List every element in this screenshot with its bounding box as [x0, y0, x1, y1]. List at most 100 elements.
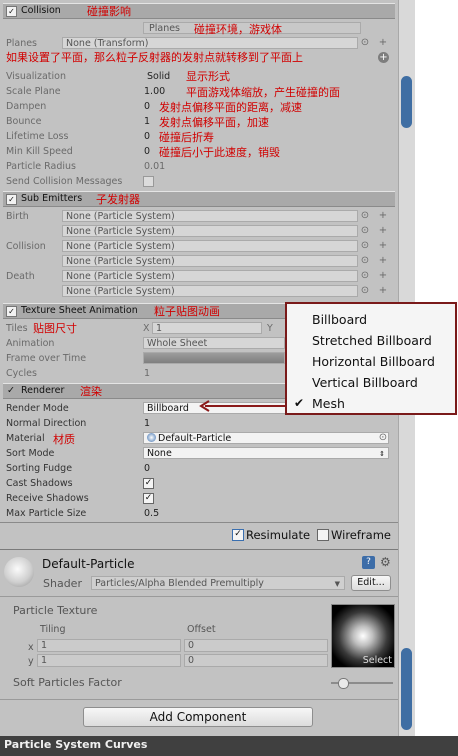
death-emitter-1-value: None (Particle System) — [66, 271, 175, 282]
popup-option-billboard[interactable]: Billboard — [312, 312, 367, 327]
collision-title: Collision — [21, 5, 61, 16]
bottom-bar[interactable]: Particle System Curves — [0, 736, 458, 756]
render-mode-popup[interactable]: Billboard Stretched Billboard Horizontal… — [285, 302, 457, 415]
shader-edit-label: Edit... — [357, 577, 385, 588]
collision-2-target-icon[interactable]: ⊙ — [360, 255, 370, 266]
soft-particles-slider-thumb[interactable] — [338, 678, 350, 689]
material-target-icon[interactable]: ⊙ — [378, 432, 388, 443]
texture-preview[interactable]: Select — [331, 604, 395, 668]
material-name: Default-Particle — [42, 557, 135, 571]
sorting-fudge-label: Sorting Fudge — [6, 463, 73, 474]
material-label: Material — [6, 433, 45, 444]
birth-emitter-2[interactable]: None (Particle System) — [62, 225, 358, 237]
planes-target-icon[interactable]: ⊙ — [360, 37, 370, 48]
popup-option-horizontal-billboard[interactable]: Horizontal Billboard — [312, 354, 435, 369]
sort-mode-dropdown[interactable]: None ⇕ — [143, 447, 389, 459]
birth-2-add-icon[interactable]: + — [378, 225, 388, 236]
sorting-fudge-value[interactable]: 0 — [144, 463, 150, 474]
death-2-target-icon[interactable]: ⊙ — [360, 285, 370, 296]
death-1-target-icon[interactable]: ⊙ — [360, 270, 370, 281]
dampen-note: 发射点偏移平面的距离，减速 — [159, 101, 302, 114]
visualization-value[interactable]: Solid — [147, 71, 170, 82]
collision-1-add-icon[interactable]: + — [378, 240, 388, 251]
texture-sheet-toggle[interactable]: ✓ — [6, 306, 17, 317]
animation-label: Animation — [6, 338, 55, 349]
send-collision-messages-checkbox[interactable] — [143, 176, 154, 187]
collision-emitter-2[interactable]: None (Particle System) — [62, 255, 358, 267]
animation-dropdown[interactable]: Whole Sheet — [143, 337, 285, 349]
birth-2-target-icon[interactable]: ⊙ — [360, 225, 370, 236]
tiles-x-field[interactable]: 1 — [152, 322, 262, 334]
birth-emitter-1[interactable]: None (Particle System) — [62, 210, 358, 222]
death-1-add-icon[interactable]: + — [378, 270, 388, 281]
cast-shadows-checkbox[interactable]: ✓ — [143, 478, 154, 489]
popup-option-mesh[interactable]: Mesh — [312, 396, 345, 411]
shader-edit-button[interactable]: Edit... — [351, 575, 391, 591]
tiles-y-label: Y — [267, 323, 273, 334]
receive-shadows-checkbox[interactable]: ✓ — [143, 493, 154, 504]
collision-1-target-icon[interactable]: ⊙ — [360, 240, 370, 251]
cycles-value[interactable]: 1 — [144, 368, 150, 379]
normal-direction-value[interactable]: 1 — [144, 418, 150, 429]
sub-emitters-title: Sub Emitters — [21, 193, 83, 204]
planes-label: Planes — [6, 38, 38, 49]
tiles-label: Tiles — [6, 323, 28, 334]
shader-dropdown[interactable]: Particles/Alpha Blended Premultiply ▼ — [91, 576, 345, 590]
offset-y-value: 0 — [188, 655, 195, 666]
particle-radius-label: Particle Radius — [6, 161, 76, 172]
birth-1-add-icon[interactable]: + — [378, 210, 388, 221]
renderer-title: Renderer — [21, 385, 65, 396]
planes-field[interactable]: None (Transform) — [62, 37, 358, 49]
planes-note: 如果设置了平面，那么粒子反射器的发射点就转移到了平面上 — [6, 51, 303, 64]
tiles-x-value: 1 — [156, 323, 163, 334]
shader-divider — [0, 596, 398, 597]
max-particle-size-value[interactable]: 0.5 — [144, 508, 159, 519]
scrollbar-thumb-lower[interactable] — [401, 648, 412, 730]
sub-emitters-header[interactable]: ✓ Sub Emitters — [3, 191, 395, 207]
collision-toggle[interactable]: ✓ — [6, 6, 17, 17]
min-kill-speed-value[interactable]: 0 — [144, 146, 150, 157]
death-emitter-1[interactable]: None (Particle System) — [62, 270, 358, 282]
popup-option-vertical-billboard[interactable]: Vertical Billboard — [312, 375, 418, 390]
material-field[interactable]: Default-Particle — [143, 432, 389, 444]
tiling-y-value: 1 — [41, 655, 48, 666]
wireframe-checkbox[interactable] — [317, 529, 329, 541]
annotation-arrow — [199, 400, 285, 412]
death-emitter-2[interactable]: None (Particle System) — [62, 285, 358, 297]
offset-x-field[interactable]: 0 — [184, 639, 328, 652]
frame-over-time-curve[interactable] — [143, 352, 285, 364]
normal-direction-label: Normal Direction — [6, 418, 87, 429]
scale-plane-value[interactable]: 1.00 — [144, 86, 165, 97]
particle-radius-value[interactable]: 0.01 — [144, 161, 165, 172]
checkmark-icon: ✔ — [294, 396, 305, 410]
tiling-y-field[interactable]: 1 — [37, 654, 181, 667]
death-2-add-icon[interactable]: + — [378, 285, 388, 296]
collision-2-add-icon[interactable]: + — [378, 255, 388, 266]
dampen-value[interactable]: 0 — [144, 101, 150, 112]
scrollbar-thumb-upper[interactable] — [401, 76, 412, 128]
birth-1-target-icon[interactable]: ⊙ — [360, 210, 370, 221]
scale-plane-note: 平面游戏体缩放，产生碰撞的面 — [186, 86, 340, 99]
lifetime-loss-value[interactable]: 0 — [144, 131, 150, 142]
texture-sheet-note: 粒子贴图动画 — [154, 305, 220, 318]
texture-sheet-title: Texture Sheet Animation — [21, 305, 138, 316]
bounce-value[interactable]: 1 — [144, 116, 150, 127]
planes-add-icon[interactable]: + — [378, 37, 388, 48]
sub-emitters-toggle[interactable]: ✓ — [6, 194, 17, 205]
collision-type-note: 碰撞环境，游戏体 — [194, 23, 282, 36]
offset-y-field[interactable]: 0 — [184, 654, 328, 667]
renderer-note: 渲染 — [80, 385, 102, 398]
popup-option-stretched-billboard[interactable]: Stretched Billboard — [312, 333, 432, 348]
collision-header[interactable]: ✓ Collision — [3, 3, 395, 19]
texture-select-button[interactable]: Select — [363, 655, 392, 666]
x-label: x — [28, 642, 34, 653]
resimulate-checkbox[interactable]: ✓ — [232, 529, 244, 541]
shader-value: Particles/Alpha Blended Premultiply — [95, 578, 264, 589]
gear-icon[interactable]: ⚙ — [380, 555, 391, 569]
tiling-x-field[interactable]: 1 — [37, 639, 181, 652]
offset-label: Offset — [187, 624, 216, 635]
collision-emitter-1[interactable]: None (Particle System) — [62, 240, 358, 252]
add-component-button[interactable]: Add Component — [83, 707, 313, 727]
add-plane-icon[interactable]: + — [378, 52, 389, 63]
help-icon[interactable]: ? — [362, 556, 375, 569]
